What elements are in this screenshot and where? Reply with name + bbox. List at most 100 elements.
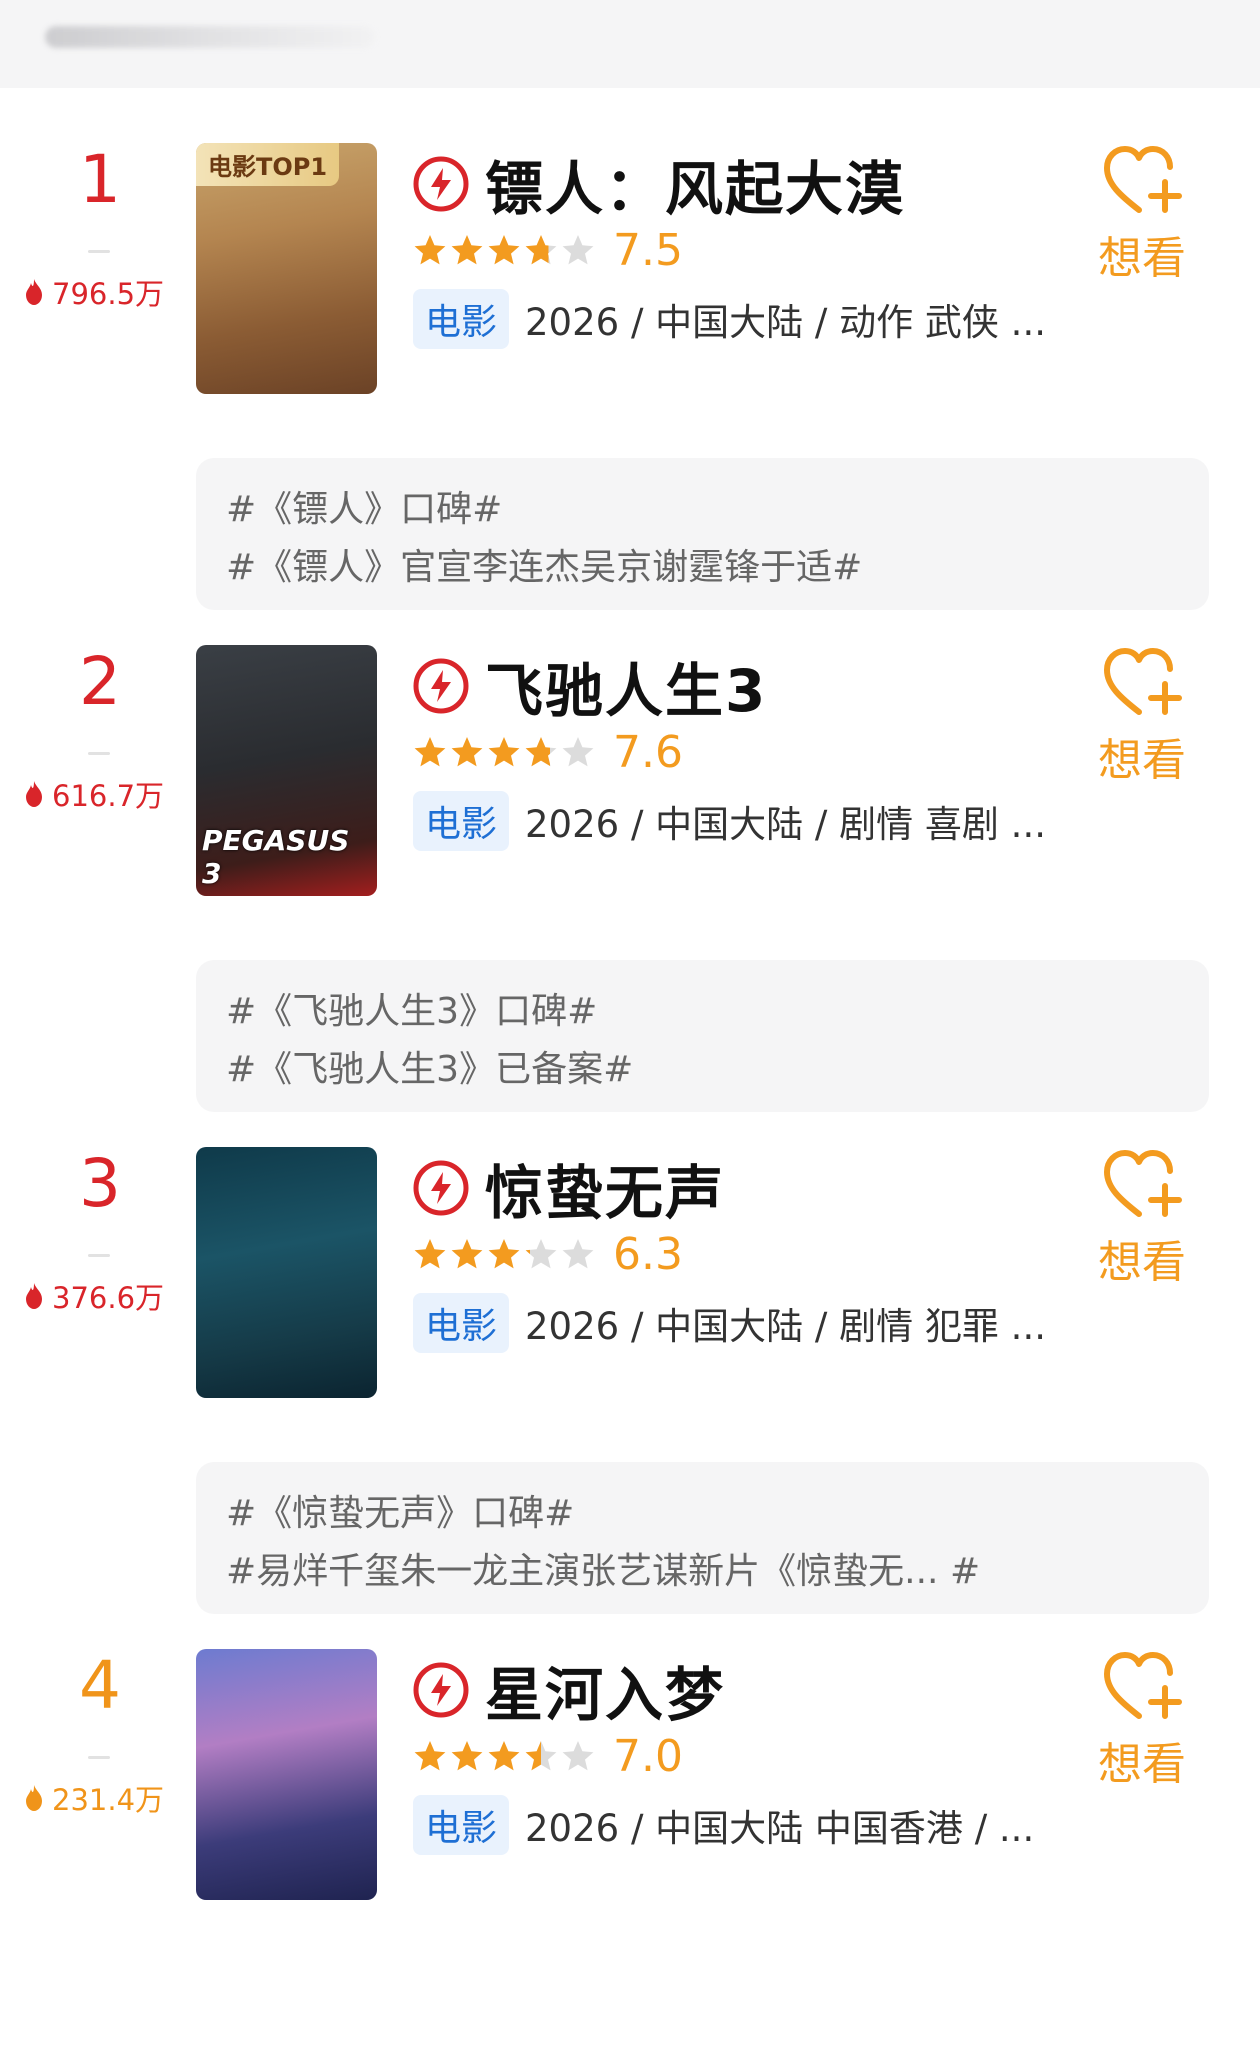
want-to-watch-button[interactable]: 想看	[1092, 642, 1192, 792]
star-icon	[525, 1741, 557, 1771]
star-icon	[488, 737, 520, 767]
heart-plus-icon	[1092, 1144, 1192, 1224]
star-icon	[562, 1239, 594, 1269]
movie-poster[interactable]: 电影TOP1	[196, 143, 377, 394]
movie-entry[interactable]: 1 796.5万 电影TOP1 镖人：风起大漠 7.5 电影 2026 / 中国…	[0, 90, 1260, 610]
type-badge: 电影	[413, 289, 510, 349]
movie-entry[interactable]: 2 616.7万 PEGASUS 3 飞驰人生3 7.6 电影 2026 / 中…	[0, 592, 1260, 1112]
star-icon	[562, 1741, 594, 1771]
star-icon	[414, 737, 446, 767]
title-row[interactable]: 飞驰人生3	[413, 648, 767, 725]
rank-divider	[88, 250, 110, 253]
star-icon	[414, 1239, 446, 1269]
heat-text: 231.4万	[52, 1783, 165, 1817]
heart-plus-icon	[1092, 1646, 1192, 1726]
meta-row: 电影 2026 / 中国大陆 / 剧情 犯罪 ...	[413, 1293, 1046, 1353]
topic-link[interactable]: #《飞驰人生3》已备案#	[226, 1040, 633, 1092]
rank-number: 1	[79, 141, 121, 218]
type-badge: 电影	[413, 1293, 510, 1353]
rank-divider	[88, 1756, 110, 1759]
heat-text: 616.7万	[52, 779, 165, 813]
poster-caption: PEGASUS 3	[202, 824, 350, 890]
lightning-play-icon	[413, 1662, 469, 1718]
star-icon	[451, 1741, 483, 1771]
movie-meta: 2026 / 中国大陆 / 剧情 犯罪 ...	[525, 1305, 1046, 1348]
top-bar	[0, 0, 1260, 88]
want-to-watch-button[interactable]: 想看	[1092, 1646, 1192, 1796]
movie-entry[interactable]: 4 231.4万 星河入梦 7.0 电影 2026 / 中国大陆 中国香港 / …	[0, 1596, 1260, 2066]
rating-row: 7.5	[413, 222, 683, 278]
star-icon	[414, 1741, 446, 1771]
star-rating	[413, 1237, 595, 1271]
flame-icon	[22, 1282, 46, 1310]
topic-box: #《惊蛰无声》口碑# #易烊千玺朱一龙主演张艺谋新片《惊蛰无... #	[196, 1462, 1209, 1614]
movie-title[interactable]: 惊蛰无声	[485, 1146, 725, 1230]
topic-link[interactable]: #《镖人》口碑#	[226, 480, 502, 532]
rating-score: 7.5	[613, 224, 683, 276]
movie-title[interactable]: 星河入梦	[485, 1648, 725, 1732]
movie-title[interactable]: 飞驰人生3	[485, 644, 767, 728]
meta-row: 电影 2026 / 中国大陆 / 动作 武侠 ...	[413, 289, 1046, 349]
want-to-watch-button[interactable]: 想看	[1092, 1144, 1192, 1294]
want-label: 想看	[1098, 1739, 1186, 1790]
star-icon	[525, 235, 557, 265]
movie-poster[interactable]	[196, 1147, 377, 1398]
movie-title[interactable]: 镖人：风起大漠	[485, 142, 905, 226]
poster-tag: 电影TOP1	[196, 143, 340, 186]
type-badge: 电影	[413, 791, 510, 851]
title-row[interactable]: 星河入梦	[413, 1652, 725, 1729]
lightning-play-icon	[413, 156, 469, 212]
want-to-watch-button[interactable]: 想看	[1092, 140, 1192, 290]
rank-number: 4	[79, 1647, 121, 1724]
movie-poster[interactable]	[196, 1649, 377, 1900]
want-label: 想看	[1098, 735, 1186, 786]
lightning-play-icon	[413, 658, 469, 714]
heat-value: 376.6万	[22, 1274, 164, 1318]
rank-number: 2	[79, 643, 121, 720]
star-icon	[488, 235, 520, 265]
rating-row: 7.6	[413, 724, 683, 780]
flame-icon	[22, 278, 46, 306]
topic-link[interactable]: #《飞驰人生3》口碑#	[226, 982, 597, 1034]
rating-score: 6.3	[613, 1228, 683, 1280]
lightning-play-icon	[413, 1160, 469, 1216]
movie-meta: 2026 / 中国大陆 / 动作 武侠 ...	[525, 301, 1046, 344]
heart-plus-icon	[1092, 642, 1192, 722]
star-icon	[451, 737, 483, 767]
movie-entry[interactable]: 3 376.6万 惊蛰无声 6.3 电影 2026 / 中国大陆 / 剧情 犯罪…	[0, 1094, 1260, 1614]
flame-icon	[22, 1784, 46, 1812]
want-label: 想看	[1098, 233, 1186, 284]
star-icon	[451, 1239, 483, 1269]
star-rating	[413, 1739, 595, 1773]
movie-meta: 2026 / 中国大陆 / 剧情 喜剧 ...	[525, 803, 1046, 846]
star-icon	[488, 1239, 520, 1269]
rating-score: 7.6	[613, 726, 683, 778]
star-icon	[525, 737, 557, 767]
meta-row: 电影 2026 / 中国大陆 中国香港 / ...	[413, 1795, 1034, 1855]
star-icon	[414, 235, 446, 265]
topic-box: #《镖人》口碑# #《镖人》官宣李连杰吴京谢霆锋于适#	[196, 458, 1209, 610]
title-row[interactable]: 惊蛰无声	[413, 1150, 725, 1227]
flame-icon	[22, 780, 46, 808]
star-icon	[488, 1741, 520, 1771]
rating-row: 7.0	[413, 1728, 683, 1784]
rating-score: 7.0	[613, 1730, 683, 1782]
star-rating	[413, 233, 595, 267]
topic-box: #《飞驰人生3》口碑# #《飞驰人生3》已备案#	[196, 960, 1209, 1112]
star-icon	[562, 737, 594, 767]
movie-poster[interactable]: PEGASUS 3	[196, 645, 377, 896]
topic-link[interactable]: #《镖人》官宣李连杰吴京谢霆锋于适#	[226, 538, 862, 590]
title-row[interactable]: 镖人：风起大漠	[413, 146, 905, 223]
heat-value: 231.4万	[22, 1776, 164, 1820]
heart-plus-icon	[1092, 140, 1192, 220]
type-badge: 电影	[413, 1795, 510, 1855]
topic-link[interactable]: #易烊千玺朱一龙主演张艺谋新片《惊蛰无... #	[226, 1542, 980, 1594]
heat-text: 376.6万	[52, 1281, 165, 1315]
star-icon	[562, 235, 594, 265]
rank-divider	[88, 752, 110, 755]
heat-text: 796.5万	[52, 277, 165, 311]
star-icon	[525, 1239, 557, 1269]
star-rating	[413, 735, 595, 769]
topic-link[interactable]: #《惊蛰无声》口碑#	[226, 1484, 574, 1536]
meta-row: 电影 2026 / 中国大陆 / 剧情 喜剧 ...	[413, 791, 1046, 851]
